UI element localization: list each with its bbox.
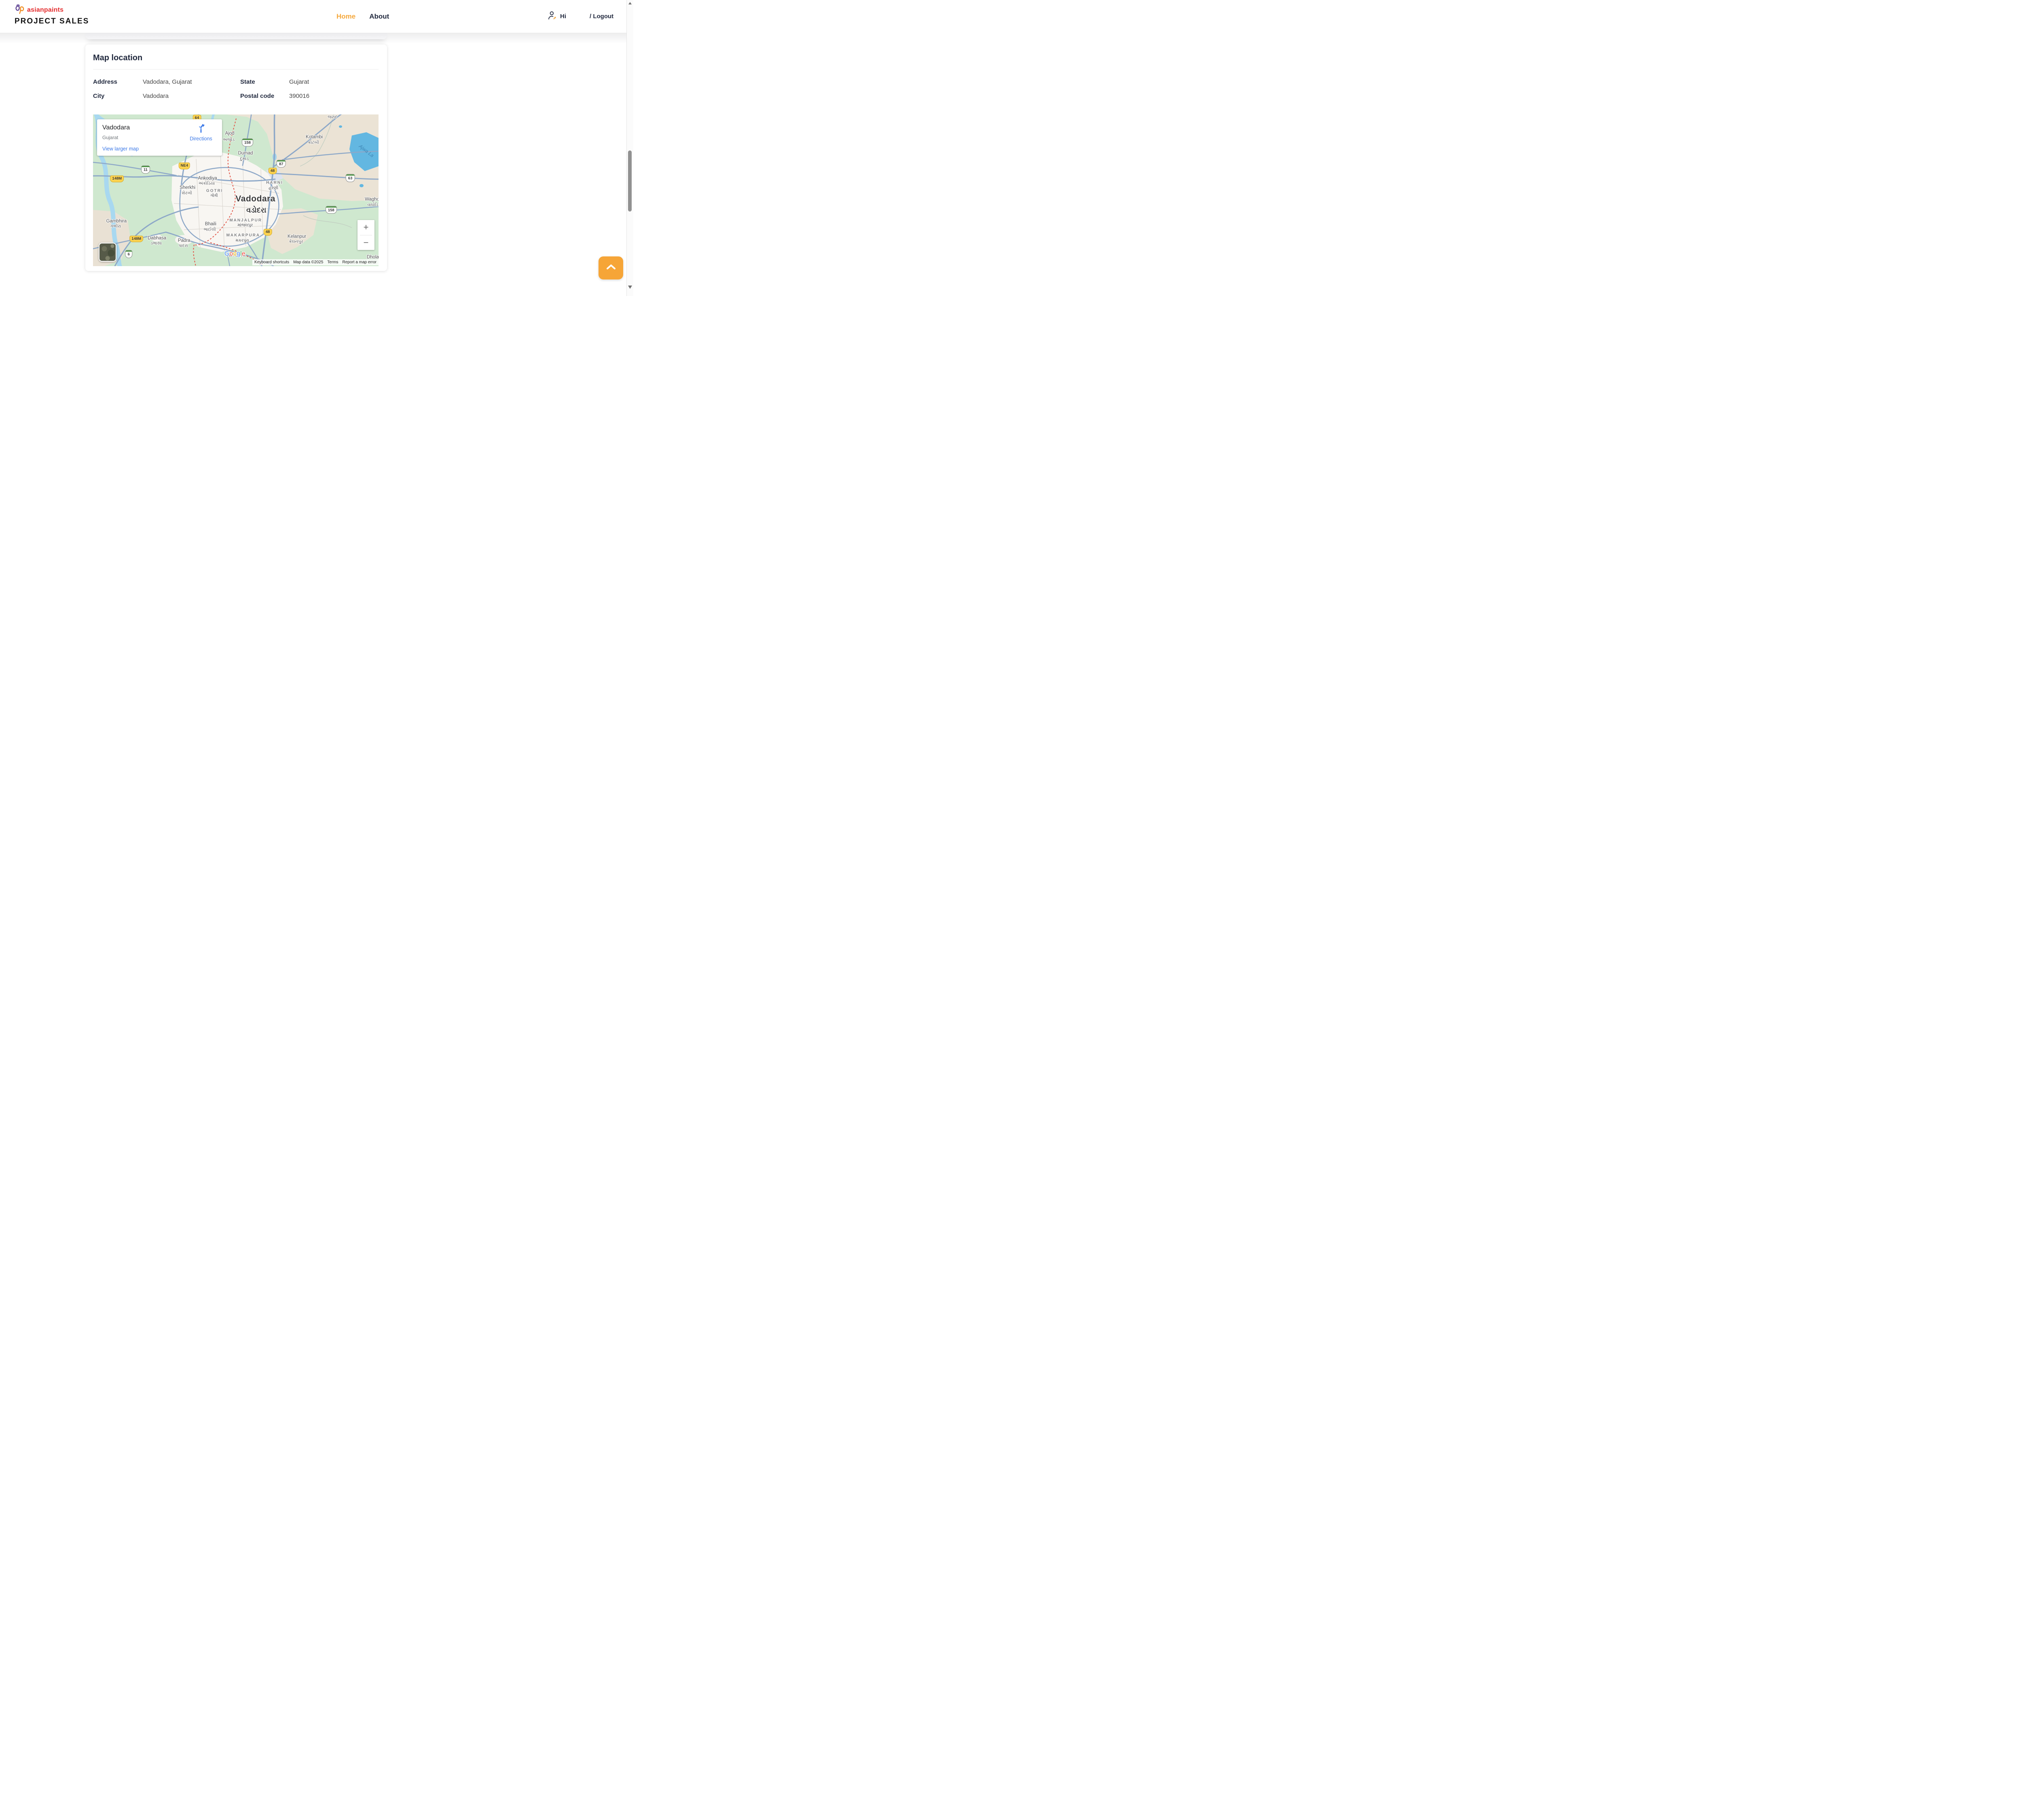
view-larger-map-link[interactable]: View larger map — [102, 146, 139, 152]
asianpaints-ap-icon — [15, 4, 25, 16]
map-zoom-control: + − — [357, 220, 374, 250]
vertical-scrollbar[interactable] — [626, 0, 633, 296]
brand-logo[interactable]: asianpaints PROJECT SALES — [15, 4, 89, 26]
google-logo[interactable]: Google — [224, 250, 245, 258]
nav-link[interactable]: Home — [336, 13, 355, 21]
chevron-up-icon — [606, 263, 616, 273]
card-title: Map location — [93, 53, 142, 63]
user-greeting: Hi — [560, 13, 566, 20]
zoom-out-button[interactable]: − — [357, 235, 374, 250]
address-fields: Address Vadodara, Gujarat State Gujarat … — [93, 78, 379, 99]
zoom-in-button[interactable]: + — [357, 220, 374, 235]
google-logo-letter: g — [237, 250, 240, 257]
google-map-embed[interactable]: VadodaraવડોદરાHARNIહરણીGOTRIગોત્રીMANJAL… — [93, 114, 379, 266]
field-label: State — [240, 78, 289, 85]
field-value: 390016 — [289, 93, 379, 99]
logout-link[interactable]: / Logout — [590, 13, 613, 20]
scrollbar-up-arrow-icon[interactable] — [628, 2, 632, 4]
field-value: Vadodara — [143, 93, 240, 99]
directions-button[interactable]: Directions — [188, 123, 214, 142]
map-attribution: Keyboard shortcutsMap data ©2025TermsRep… — [252, 259, 379, 265]
scroll-to-top-button[interactable] — [599, 256, 623, 279]
info-card-title: Vadodara — [102, 124, 130, 131]
user-menu: Hi / Logout — [547, 0, 613, 33]
field-label: City — [93, 93, 143, 99]
scrollbar-down-arrow-icon[interactable] — [628, 286, 632, 289]
google-logo-letter: o — [233, 250, 237, 257]
page: asianpaints PROJECT SALES Home About Hi /… — [0, 0, 633, 358]
attribution-link[interactable]: Map data ©2025 — [291, 260, 325, 265]
field-value: Gujarat — [289, 78, 379, 85]
google-logo-letter: o — [229, 250, 233, 257]
user-edit-icon[interactable] — [547, 10, 558, 23]
map-location-card: Map location Address Vadodara, Gujarat S… — [85, 44, 387, 271]
google-logo-letter: e — [242, 250, 245, 257]
info-card-subtitle: Gujarat — [102, 135, 118, 140]
attribution-link[interactable]: Report a map error — [341, 260, 379, 265]
header: asianpaints PROJECT SALES Home About Hi /… — [0, 0, 633, 33]
brand-subtitle: PROJECT SALES — [15, 17, 89, 26]
previous-card-bottom — [85, 33, 387, 39]
attribution-link[interactable]: Terms — [325, 260, 340, 265]
map-info-card: Vadodara Gujarat View larger map Directi… — [97, 119, 222, 156]
field-label: Postal code — [240, 93, 289, 99]
satellite-view-toggle[interactable] — [99, 243, 116, 262]
google-logo-letter: G — [224, 250, 229, 257]
nav-link[interactable]: About — [369, 13, 389, 21]
directions-label: Directions — [188, 136, 214, 142]
field-value: Vadodara, Gujarat — [143, 78, 240, 85]
brand-name: asianpaints — [27, 6, 63, 14]
divider — [93, 69, 379, 70]
directions-icon — [196, 128, 206, 135]
scrollbar-thumb[interactable] — [628, 150, 632, 212]
attribution-link[interactable]: Keyboard shortcuts — [252, 260, 291, 265]
main-nav: Home About — [336, 0, 389, 33]
field-label: Address — [93, 78, 143, 85]
